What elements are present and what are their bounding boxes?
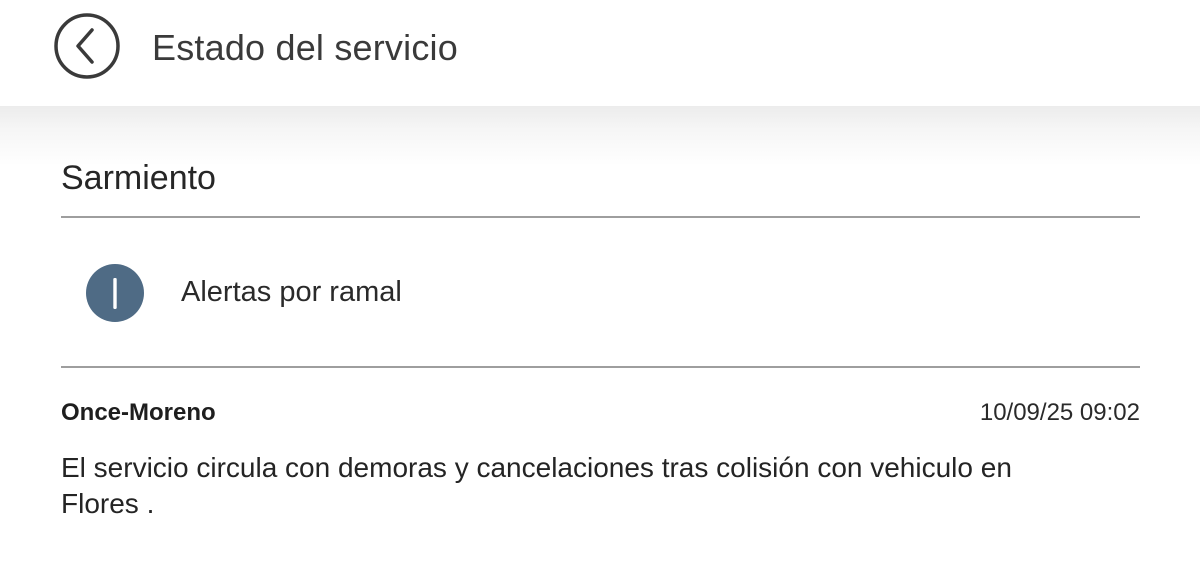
page-title: Estado del servicio bbox=[152, 27, 458, 68]
alert-header: Once-Moreno 10/09/25 09:02 bbox=[61, 390, 1140, 430]
app-bar: Estado del servicio bbox=[0, 0, 1200, 106]
back-button[interactable] bbox=[54, 13, 120, 79]
alert-branch-name: Once-Moreno bbox=[61, 399, 216, 426]
alert-message: El servicio circula con demoras y cancel… bbox=[61, 452, 1012, 519]
info-icon bbox=[86, 264, 144, 322]
line-name-heading: Sarmiento bbox=[61, 159, 216, 197]
divider bbox=[61, 366, 1140, 368]
chevron-left-circle-icon bbox=[54, 13, 120, 79]
alert-card: Once-Moreno 10/09/25 09:02 El servicio c… bbox=[61, 390, 1140, 519]
alerts-by-branch-item[interactable]: Alertas por ramal bbox=[61, 218, 1140, 366]
alerts-by-branch-label: Alertas por ramal bbox=[181, 276, 402, 308]
alert-timestamp: 10/09/25 09:02 bbox=[979, 399, 1140, 426]
